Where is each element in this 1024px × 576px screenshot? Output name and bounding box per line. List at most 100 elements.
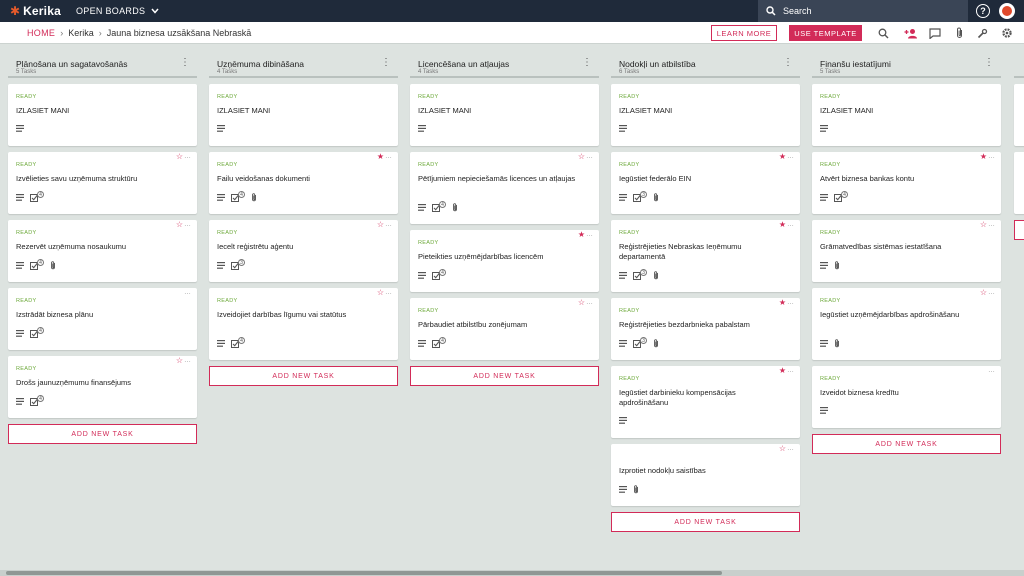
add-new-task-button[interactable]: ADD NEW TASK <box>410 366 599 386</box>
task-title[interactable]: IZLASIET MANI <box>217 106 382 116</box>
star-icon[interactable]: ★ <box>779 221 786 229</box>
task-title[interactable]: Reģistrējieties Nebraskas Ieņēmumu depar… <box>619 242 784 261</box>
help-icon[interactable]: ? <box>976 4 990 18</box>
task-card[interactable] <box>1014 84 1024 146</box>
star-icon[interactable]: ☆ <box>176 221 183 229</box>
task-card[interactable]: ☆… READY Pārbaudiet atbilstību zonējumam 4 <box>410 298 599 360</box>
card-more-icon[interactable]: … <box>586 153 593 160</box>
add-new-task-button[interactable]: ADD NEW TASK <box>812 434 1001 454</box>
card-more-icon[interactable]: … <box>385 289 392 296</box>
task-card[interactable]: ★… READY Atvērt biznesa bankas kontu 4 <box>812 152 1001 214</box>
task-card[interactable] <box>1014 152 1024 214</box>
kerika-logo[interactable]: ✱ Kerika <box>10 4 70 18</box>
task-title[interactable]: IZLASIET MANI <box>619 106 784 116</box>
column-menu-icon[interactable]: ⋮ <box>381 58 391 68</box>
search-board-icon[interactable] <box>877 27 889 39</box>
card-more-icon[interactable]: … <box>586 231 593 238</box>
add-person-icon[interactable] <box>904 27 918 39</box>
add-new-task-button[interactable]: ADD NEW TASK <box>209 366 398 386</box>
breadcrumb-item[interactable]: Kerika <box>68 28 94 38</box>
column-title[interactable]: Licencēšana un atļaujas <box>418 59 509 69</box>
star-icon[interactable]: ★ <box>779 367 786 375</box>
task-title[interactable]: Izvēlieties savu uzņēmuma struktūru <box>16 174 181 184</box>
task-card[interactable]: ☆… READY Iecelt reģistrētu aģentu 3 <box>209 220 398 282</box>
open-boards-menu[interactable]: OPEN BOARDS <box>76 6 159 16</box>
star-icon[interactable]: ★ <box>779 153 786 161</box>
chat-icon[interactable] <box>929 27 941 39</box>
star-icon[interactable]: ☆ <box>980 289 987 297</box>
task-title[interactable]: IZLASIET MANI <box>16 106 181 116</box>
task-card[interactable]: ★… READY Reģistrējieties bezdarbnieka paba… <box>611 298 800 360</box>
add-new-task-button[interactable]: ADD NEW TASK <box>611 512 800 532</box>
card-more-icon[interactable]: … <box>586 299 593 306</box>
add-new-task-button[interactable]: ADD NEW TASK <box>8 424 197 444</box>
task-card[interactable]: ☆… READY Rezervēt uzņēmuma nosaukumu 4 <box>8 220 197 282</box>
star-icon[interactable]: ★ <box>578 231 585 239</box>
task-title[interactable]: Izveidot biznesa kredītu <box>820 388 985 398</box>
attachment-icon[interactable] <box>953 27 965 39</box>
wrench-icon[interactable] <box>976 27 988 39</box>
card-more-icon[interactable]: … <box>385 221 392 228</box>
star-icon[interactable]: ★ <box>779 299 786 307</box>
star-icon[interactable]: ☆ <box>779 445 786 453</box>
task-title[interactable]: Pārbaudiet atbilstību zonējumam <box>418 320 583 330</box>
task-card[interactable]: ☆… READY Pētījumiem nepieciešamās licences… <box>410 152 599 224</box>
task-card[interactable]: ★… READY Iegūstiet federālo EIN 3 <box>611 152 800 214</box>
task-card[interactable]: ★… READY Failu veidošanas dokumenti 4 <box>209 152 398 214</box>
task-card[interactable]: ★… READY Iegūstiet darbinieku kompensācija… <box>611 366 800 438</box>
column-menu-icon[interactable]: ⋮ <box>582 58 592 68</box>
card-more-icon[interactable]: … <box>184 289 191 296</box>
card-more-icon[interactable]: … <box>385 153 392 160</box>
card-more-icon[interactable]: … <box>988 289 995 296</box>
star-icon[interactable]: ★ <box>980 153 987 161</box>
task-title[interactable]: Drošs jaunuzņēmumu finansējums <box>16 378 181 388</box>
card-more-icon[interactable]: … <box>787 299 794 306</box>
task-card[interactable]: READY IZLASIET MANI <box>611 84 800 146</box>
task-title[interactable]: Atvērt biznesa bankas kontu <box>820 174 985 184</box>
column-title[interactable]: Uzņēmuma dibināšana <box>217 59 304 69</box>
task-card[interactable]: READY IZLASIET MANI <box>410 84 599 146</box>
task-title[interactable]: Izveidojiet darbības līgumu vai statūtus <box>217 310 382 320</box>
search-box[interactable]: Search <box>758 0 968 22</box>
star-icon[interactable]: ☆ <box>980 221 987 229</box>
learn-more-button[interactable]: LEARN MORE <box>711 25 777 41</box>
task-card[interactable]: READY IZLASIET MANI <box>812 84 1001 146</box>
task-title[interactable]: Pieteikties uzņēmējdarbības licencēm <box>418 252 583 262</box>
task-title[interactable]: Grāmatvedības sistēmas iestatīšana <box>820 242 985 252</box>
task-card[interactable]: ☆… READY Drošs jaunuzņēmumu finansējums 4 <box>8 356 197 418</box>
add-new-task-button[interactable] <box>1014 220 1024 240</box>
task-card[interactable]: … READY Izveidot biznesa kredītu <box>812 366 1001 428</box>
star-icon[interactable]: ☆ <box>377 221 384 229</box>
task-card[interactable]: … READY Izstrādāt biznesa plānu 4 <box>8 288 197 350</box>
task-card[interactable]: ☆… READY Grāmatvedības sistēmas iestatīšan… <box>812 220 1001 282</box>
task-title[interactable]: Failu veidošanas dokumenti <box>217 174 382 184</box>
task-title[interactable]: Iecelt reģistrētu aģentu <box>217 242 382 252</box>
card-more-icon[interactable]: … <box>988 221 995 228</box>
card-more-icon[interactable]: … <box>787 221 794 228</box>
breadcrumb-home[interactable]: HOME <box>27 28 55 38</box>
column-title[interactable]: Nodokļi un atbilstība <box>619 59 696 69</box>
card-more-icon[interactable]: … <box>184 221 191 228</box>
card-more-icon[interactable]: … <box>184 153 191 160</box>
task-title[interactable]: IZLASIET MANI <box>820 106 985 116</box>
card-more-icon[interactable]: … <box>787 367 794 374</box>
task-card[interactable]: READY IZLASIET MANI <box>8 84 197 146</box>
task-card[interactable]: ☆… READY Izvēlieties savu uzņēmuma struktū… <box>8 152 197 214</box>
task-card[interactable]: ☆… Izprotiet nodokļu saistības <box>611 444 800 506</box>
settings-gear-icon[interactable] <box>1001 27 1013 39</box>
column-menu-icon[interactable]: ⋮ <box>984 58 994 68</box>
task-title[interactable]: IZLASIET MANI <box>418 106 583 116</box>
task-title[interactable]: Iegūstiet uzņēmējdarbības apdrošināšanu <box>820 310 985 320</box>
card-more-icon[interactable]: … <box>787 153 794 160</box>
card-more-icon[interactable]: … <box>184 357 191 364</box>
card-more-icon[interactable]: … <box>988 367 995 374</box>
task-title[interactable]: Izprotiet nodokļu saistības <box>619 466 784 476</box>
task-card[interactable]: READY IZLASIET MANI <box>209 84 398 146</box>
horizontal-scrollbar[interactable] <box>0 570 1024 576</box>
avatar[interactable] <box>999 3 1015 19</box>
task-title[interactable]: Reģistrējieties bezdarbnieka pabalstam <box>619 320 784 330</box>
task-card[interactable]: ★… READY Pieteikties uzņēmējdarbības licen… <box>410 230 599 292</box>
task-title[interactable]: Pētījumiem nepieciešamās licences un atļ… <box>418 174 583 184</box>
task-card[interactable]: ☆… READY Izveidojiet darbības līgumu vai s… <box>209 288 398 360</box>
task-title[interactable]: Izstrādāt biznesa plānu <box>16 310 181 320</box>
